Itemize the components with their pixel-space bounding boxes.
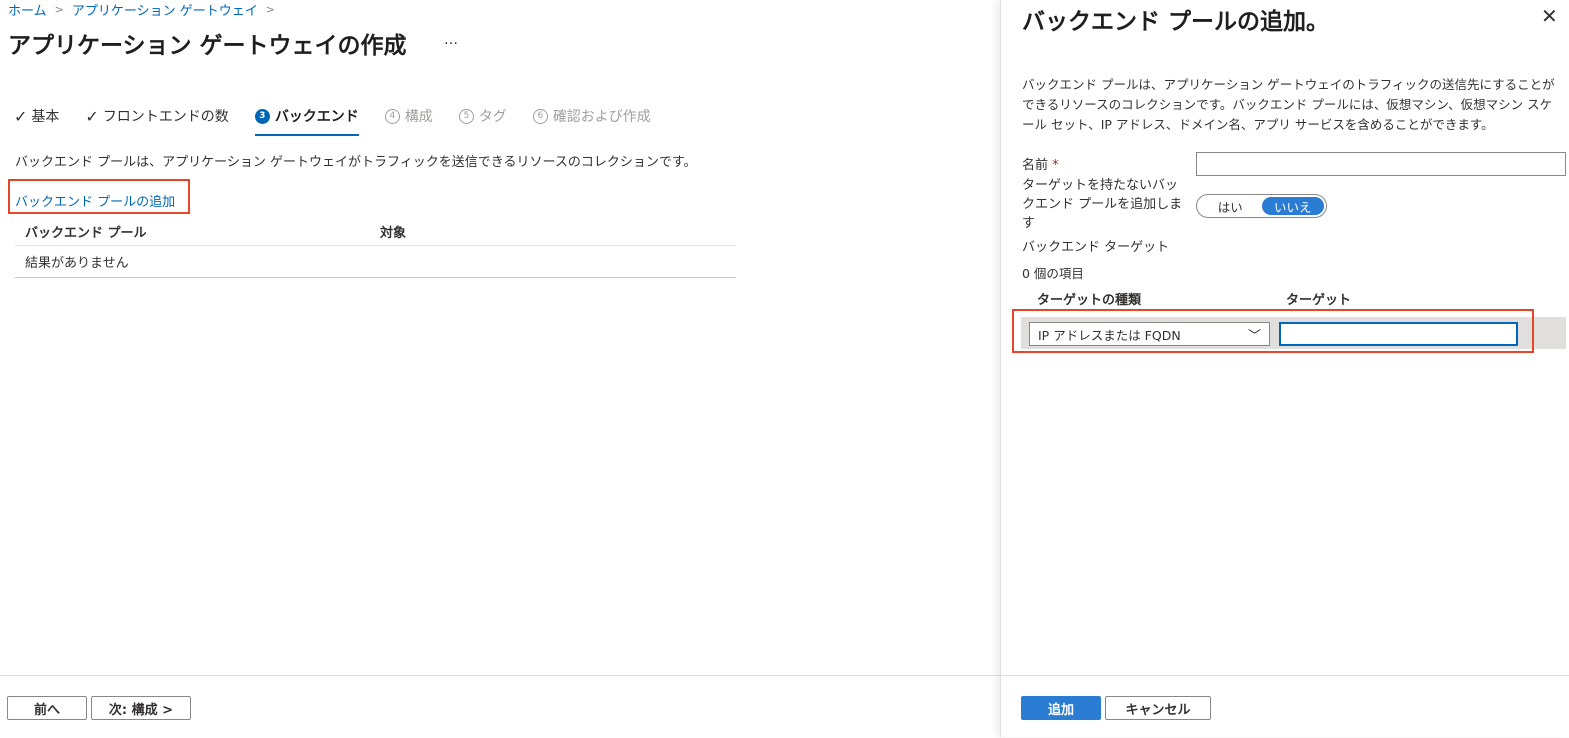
add-backend-pool-panel: バックエンド プールの追加。 ✕ バックエンド プールは、アプリケーション ゲー… [1000,0,1569,737]
name-field[interactable] [1196,152,1566,176]
column-header-target-type: ターゲットの種類 [1037,293,1142,308]
tab-label: 確認および作成 [552,109,651,125]
wizard-footer: 前へ 次: 構成 > [0,675,1000,738]
page-title: アプリケーション ゲートウェイの作成 [8,33,407,59]
tab-label: タグ [478,109,507,125]
step-number-icon: 6 [532,108,548,124]
backend-targets-label: バックエンド ターゲット [1022,240,1170,255]
toggle-no[interactable]: いいえ [1261,197,1324,215]
table-row-empty: 結果がありません [15,246,736,278]
highlight-box [1012,309,1534,353]
table-header: バックエンド プール 対象 [15,217,736,246]
backend-description: バックエンド プールは、アプリケーション ゲートウェイがトラフィックを送信できる… [15,155,697,170]
checkmark-icon: ✓ [14,106,28,126]
tab-label: フロントエンドの数 [102,109,229,125]
tab-frontends[interactable]: ✓ フロントエンドの数 [85,106,228,134]
tab-tags[interactable]: 5 タグ [458,106,507,134]
column-header-target: ターゲット [1286,293,1352,308]
column-header-target: 対象 [380,225,407,241]
step-number-icon: 4 [384,108,400,124]
toggle-yes[interactable]: はい [1199,197,1262,215]
name-label-text: 名前 [1022,158,1049,173]
create-app-gateway-page: ホーム > アプリケーション ゲートウェイ > アプリケーション ゲートウェイの… [0,0,1000,737]
tab-backends[interactable]: 3 バックエンド [254,106,359,136]
tab-configuration[interactable]: 4 構成 [384,106,433,134]
no-target-toggle[interactable]: はい いいえ [1196,194,1327,218]
breadcrumb-home[interactable]: ホーム [8,0,47,19]
panel-title: バックエンド プールの追加。 [1022,9,1330,35]
cancel-button[interactable]: キャンセル [1105,696,1211,720]
tab-basics[interactable]: ✓ 基本 [14,106,59,134]
add-button[interactable]: 追加 [1021,696,1101,720]
more-options-icon[interactable]: … [444,32,458,48]
chevron-right-icon: > [265,3,275,16]
close-icon[interactable]: ✕ [1541,4,1558,28]
item-count: 0 個の項目 [1022,266,1084,281]
tab-review-create[interactable]: 6 確認および作成 [532,106,651,134]
breadcrumb: ホーム > アプリケーション ゲートウェイ > [8,0,283,19]
panel-description: バックエンド プールは、アプリケーション ゲートウェイのトラフィックの送信先にす… [1022,77,1555,132]
next-configuration-button[interactable]: 次: 構成 > [91,696,191,720]
column-header-backend-pool: バックエンド プール [25,225,147,241]
backend-pool-table: バックエンド プール 対象 結果がありません [15,217,736,278]
step-number-icon: 5 [458,108,474,124]
tab-label: 基本 [31,109,60,125]
required-marker: * [1052,158,1059,173]
name-label: 名前 * [1022,154,1059,173]
previous-button[interactable]: 前へ [7,696,87,720]
chevron-right-icon: > [54,3,64,16]
add-backend-pool-link[interactable]: バックエンド プールの追加 [15,191,175,210]
breadcrumb-app-gateway[interactable]: アプリケーション ゲートウェイ [72,0,258,19]
tab-label: 構成 [404,109,433,125]
step-number-icon: 3 [254,108,270,124]
no-target-label: ターゲットを持たないバックエンド プールを追加します [1022,178,1183,231]
tab-label: バックエンド [274,109,359,125]
wizard-tabs: ✓ 基本 ✓ フロントエンドの数 3 バックエンド 4 構成 5 タグ 6 確認… [14,106,677,136]
panel-footer: 追加 キャンセル [1000,675,1569,738]
checkmark-icon: ✓ [85,106,99,126]
